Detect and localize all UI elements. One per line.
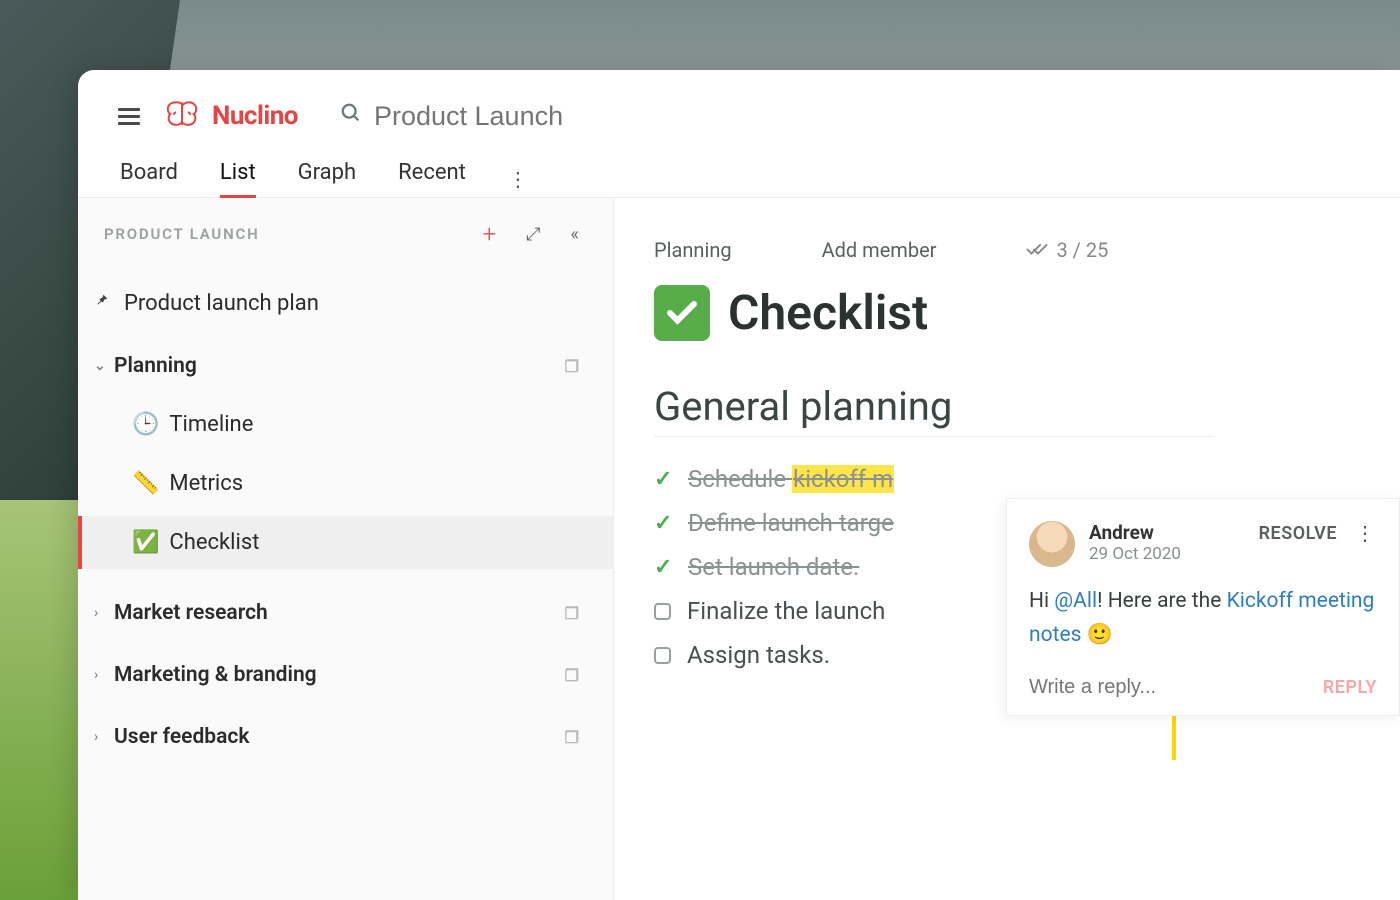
chevron-down-icon: ⌄ (94, 358, 108, 374)
check-icon: ✅ (132, 530, 159, 555)
checklist-item[interactable]: ✓ Schedule kickoff m (654, 457, 1214, 501)
collapse-sidebar-icon[interactable]: « (571, 224, 579, 245)
menu-icon[interactable] (118, 108, 140, 125)
unchecked-box-icon[interactable] (654, 603, 671, 620)
group-label: Market research (114, 601, 268, 625)
checked-icon: ✓ (654, 467, 672, 492)
read-count: 3 / 25 (1056, 238, 1108, 262)
reply-input[interactable] (1029, 676, 1323, 699)
unchecked-box-icon[interactable] (654, 647, 671, 664)
sidebar-item-timeline[interactable]: 🕒 Timeline (78, 398, 613, 451)
section-heading: General planning (654, 383, 1214, 437)
workspace-title: PRODUCT LAUNCH (104, 225, 260, 243)
comment-more-icon[interactable]: ⋮ (1355, 521, 1377, 545)
doc-title: Checklist (654, 284, 1400, 341)
copy-icon[interactable]: ❐ (565, 666, 579, 685)
comment-panel: Andrew 29 Oct 2020 RESOLVE ⋮ Hi @All! He… (1006, 498, 1400, 716)
app-logo[interactable]: Nuclino (162, 94, 298, 138)
item-text: Set launch date. (688, 553, 859, 581)
chevron-right-icon: › (94, 667, 108, 683)
tab-list[interactable]: List (220, 160, 256, 197)
item-text: Schedule kickoff m (688, 465, 894, 493)
sidebar: PRODUCT LAUNCH + ⤢ « Product launch plan… (78, 198, 614, 900)
tab-board[interactable]: Board (120, 160, 178, 197)
clock-icon: 🕒 (132, 412, 159, 437)
view-tabs: Board List Graph Recent ⋮ (78, 156, 1400, 198)
group-label: Planning (114, 354, 197, 378)
pinned-item[interactable]: Product launch plan (78, 276, 613, 330)
read-icon (1026, 238, 1048, 262)
title-text: Checklist (728, 284, 928, 341)
brand-name: Nuclino (212, 101, 298, 131)
avatar[interactable] (1029, 521, 1075, 567)
copy-icon[interactable]: ❐ (565, 357, 579, 376)
search (340, 101, 774, 132)
comment-author: Andrew (1089, 521, 1181, 544)
sidebar-item-metrics[interactable]: 📏 Metrics (78, 457, 613, 510)
breadcrumb[interactable]: Planning (654, 238, 732, 262)
resolve-button[interactable]: RESOLVE (1259, 523, 1337, 544)
item-label: Metrics (169, 471, 243, 496)
reply-button[interactable]: REPLY (1323, 677, 1377, 698)
copy-icon[interactable]: ❐ (565, 604, 579, 623)
pinned-label: Product launch plan (124, 291, 319, 316)
item-label: Timeline (169, 412, 253, 437)
chevron-right-icon: › (94, 729, 108, 745)
comment-body: Hi @All! Here are the Kickoff meeting no… (1029, 585, 1377, 652)
more-icon[interactable]: ⋮ (508, 167, 530, 191)
comment-date: 29 Oct 2020 (1089, 544, 1181, 564)
sidebar-group-feedback[interactable]: › User feedback ❐ (78, 711, 613, 763)
add-member-link[interactable]: Add member (822, 238, 937, 262)
brain-icon (162, 94, 202, 138)
highlighted-text: kickoff m (792, 465, 894, 493)
chevron-right-icon: › (94, 605, 108, 621)
top-bar: Nuclino (78, 70, 1400, 156)
tab-recent[interactable]: Recent (398, 160, 466, 197)
sidebar-item-checklist[interactable]: ✅ Checklist (78, 516, 613, 569)
group-label: Marketing & branding (114, 663, 317, 687)
read-status[interactable]: 3 / 25 (1026, 238, 1108, 262)
mention[interactable]: @All (1054, 589, 1097, 613)
copy-icon[interactable]: ❐ (565, 728, 579, 747)
check-badge-icon (654, 285, 710, 341)
app-window: Nuclino Board List Graph Recent ⋮ PRODUC… (78, 70, 1400, 900)
sidebar-group-market[interactable]: › Market research ❐ (78, 587, 613, 639)
item-text: Finalize the launch (687, 597, 885, 625)
add-item-icon[interactable]: + (483, 220, 497, 248)
ruler-icon: 📏 (132, 471, 159, 496)
search-icon[interactable] (340, 102, 362, 130)
expand-icon[interactable]: ⤢ (526, 224, 540, 245)
group-label: User feedback (114, 725, 249, 749)
checked-icon: ✓ (654, 555, 672, 580)
sidebar-group-marketing[interactable]: › Marketing & branding ❐ (78, 649, 613, 701)
pin-icon (94, 290, 110, 316)
tab-graph[interactable]: Graph (298, 160, 356, 197)
item-label: Checklist (169, 530, 259, 555)
document-view: Planning Add member 3 / 25 Checklist Gen… (614, 198, 1400, 900)
item-text: Define launch targe (688, 509, 894, 537)
sidebar-group-planning[interactable]: ⌄ Planning ❐ (78, 340, 613, 392)
item-text: Assign tasks. (687, 641, 830, 669)
checked-icon: ✓ (654, 511, 672, 536)
search-input[interactable] (374, 101, 774, 132)
